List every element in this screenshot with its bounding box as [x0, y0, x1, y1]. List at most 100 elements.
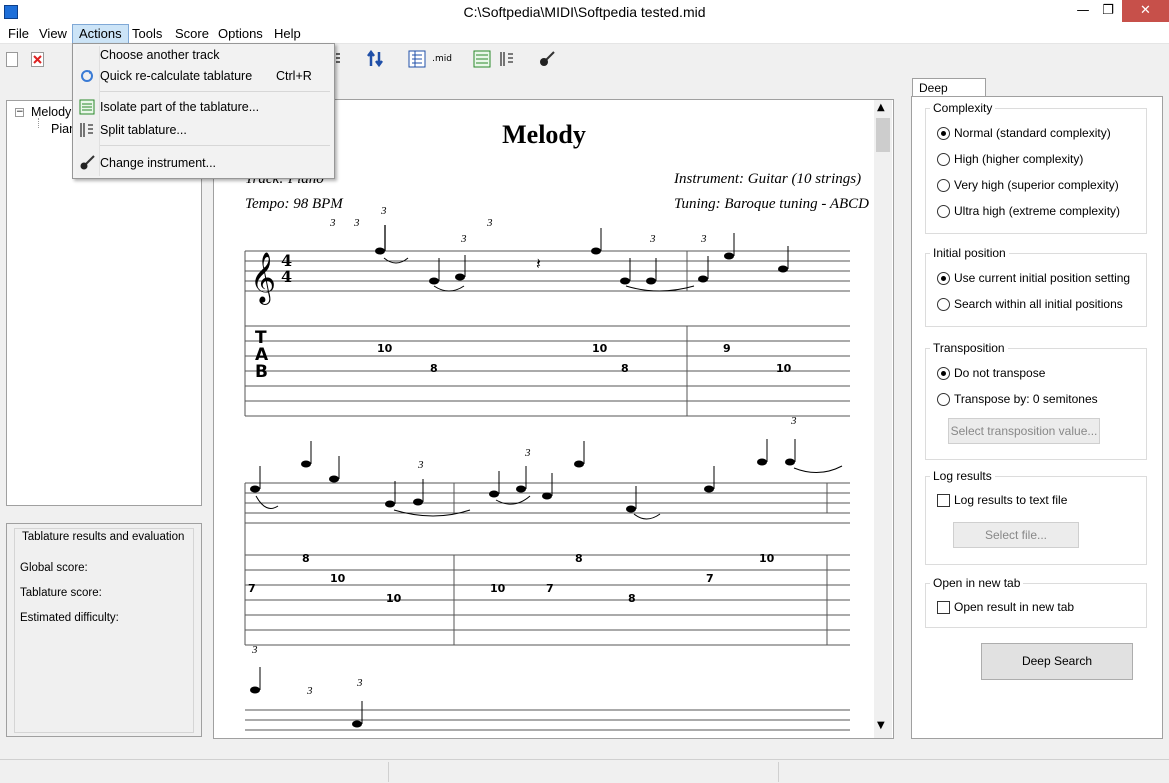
radio-search-all-positions[interactable]: Search within all initial positions — [937, 297, 1123, 311]
maximize-button[interactable]: ❐ — [1093, 0, 1123, 22]
menu-file[interactable]: File — [2, 24, 35, 44]
checkbox-label: Open result in new tab — [954, 600, 1075, 614]
midi-export-icon[interactable] — [407, 49, 427, 69]
menu-item-isolate-part[interactable]: Isolate part of the tablature... — [100, 100, 259, 114]
menu-separator — [100, 145, 330, 146]
menu-help[interactable]: Help — [268, 24, 307, 44]
midi-label: .mid — [432, 54, 452, 64]
radio-label: High (higher complexity) — [954, 152, 1084, 166]
radio-complexity-normal[interactable]: Normal (standard complexity) — [937, 126, 1111, 140]
staff-row-3: 3 3 3 — [245, 644, 850, 731]
tab-number: 10 — [377, 342, 393, 355]
new-file-icon[interactable] — [4, 49, 20, 69]
radio-icon — [937, 204, 950, 218]
close-file-icon[interactable] — [30, 49, 46, 69]
tab-number: 10 — [776, 362, 792, 375]
status-bar — [0, 759, 1169, 783]
radio-do-not-transpose[interactable]: Do not transpose — [937, 366, 1045, 380]
estimated-difficulty-label: Estimated difficulty: — [20, 612, 119, 624]
menu-item-split-tablature[interactable]: Split tablature... — [100, 123, 187, 137]
select-file-button[interactable]: Select file... — [953, 522, 1079, 548]
refresh-icon — [79, 68, 95, 84]
checkbox-open-new-tab[interactable]: Open result in new tab — [937, 600, 1074, 614]
guitar-icon — [79, 155, 95, 171]
results-title: Tablature results and evaluation — [20, 531, 187, 543]
close-button[interactable]: ✕ — [1122, 0, 1169, 22]
menu-options[interactable]: Options — [212, 24, 269, 44]
radio-transpose-by[interactable]: Transpose by: 0 semitones — [937, 392, 1098, 406]
scroll-up-icon[interactable]: ▲ — [877, 102, 885, 113]
radio-label: Do not transpose — [954, 366, 1046, 380]
transpose-icon[interactable] — [365, 49, 385, 69]
menu-view[interactable]: View — [33, 24, 73, 44]
menu-tools[interactable]: Tools — [126, 24, 168, 44]
tab-deep-search[interactable]: Deep Search — [912, 78, 986, 113]
score-view[interactable]: 𝄞 4 4 𝄽 3 3 3 3 3 3 3 T A B 10 8 10 8 9 … — [213, 99, 894, 739]
tab-letter-b: B — [255, 362, 268, 382]
triplet-mark: 3 — [329, 217, 336, 229]
tree-item-melody[interactable]: Melody — [31, 105, 71, 119]
checkbox-log-results[interactable]: Log results to text file — [937, 493, 1067, 507]
radio-label: Search within all initial positions — [954, 297, 1123, 311]
transposition-title: Transposition — [930, 341, 1008, 355]
guitar-icon[interactable] — [537, 49, 557, 69]
instrument-label: Instrument: Guitar (10 strings) — [674, 171, 862, 187]
radio-complexity-very-high[interactable]: Very high (superior complexity) — [937, 178, 1119, 192]
log-results-title: Log results — [930, 469, 995, 483]
menu-item-change-instrument[interactable]: Change instrument... — [100, 156, 216, 170]
global-score-label: Global score: — [20, 562, 88, 574]
tab-number: 7 — [248, 582, 256, 595]
triplet-mark: 3 — [417, 459, 424, 471]
shortcut-ctrl-r: Ctrl+R — [276, 69, 312, 83]
radio-label: Use current initial position setting — [954, 271, 1131, 285]
radio-icon — [937, 152, 950, 166]
menu-score[interactable]: Score — [169, 24, 215, 44]
svg-text:𝄽: 𝄽 — [536, 254, 541, 273]
status-divider — [388, 762, 389, 782]
svg-text:𝄞: 𝄞 — [250, 252, 276, 305]
menu-item-quick-recalculate[interactable]: Quick re-calculate tablature — [100, 69, 252, 83]
tree-connector — [38, 118, 39, 128]
split-tablature-icon[interactable] — [497, 49, 517, 69]
collapse-toggle-icon[interactable]: − — [15, 108, 24, 117]
tab-number: 10 — [759, 552, 775, 565]
scroll-thumb[interactable] — [876, 118, 890, 152]
triplet-mark: 3 — [790, 415, 797, 427]
radio-complexity-ultra-high[interactable]: Ultra high (extreme complexity) — [937, 204, 1120, 218]
radio-selected-icon — [937, 271, 950, 285]
deep-search-button[interactable]: Deep Search — [981, 643, 1133, 680]
initial-position-title: Initial position — [930, 246, 1009, 260]
select-transposition-button[interactable]: Select transposition value... — [948, 418, 1100, 444]
radio-label: Normal (standard complexity) — [954, 126, 1111, 140]
menu-item-choose-track[interactable]: Choose another track — [100, 48, 220, 62]
tab-number: 8 — [628, 592, 636, 605]
tab-number: 8 — [302, 552, 310, 565]
tab-number: 10 — [386, 592, 402, 605]
open-new-tab-title: Open in new tab — [930, 576, 1024, 590]
svg-text:4: 4 — [281, 267, 292, 286]
triplet-mark: 3 — [486, 217, 493, 229]
scroll-down-icon[interactable]: ▼ — [877, 720, 885, 731]
triplet-mark: 3 — [649, 233, 656, 245]
tab-number: 8 — [575, 552, 583, 565]
isolate-icon — [79, 99, 95, 115]
menu-separator — [100, 91, 330, 92]
initial-position-group — [925, 253, 1147, 327]
menu-actions[interactable]: Actions — [72, 24, 129, 44]
isolate-icon[interactable] — [472, 49, 492, 69]
radio-complexity-high[interactable]: High (higher complexity) — [937, 152, 1083, 166]
radio-selected-icon — [937, 126, 950, 140]
tab-number: 7 — [706, 572, 714, 585]
triplet-mark: 3 — [380, 205, 387, 217]
radio-icon — [937, 178, 950, 192]
triplet-mark: 3 — [524, 447, 531, 459]
window-title: C:\Softpedia\MIDI\Softpedia tested.mid — [463, 4, 706, 20]
split-tablature-icon — [79, 122, 95, 138]
triplet-mark: 3 — [356, 677, 363, 689]
score-scrollbar[interactable]: ▲ ▼ — [874, 100, 892, 738]
radio-use-current-position[interactable]: Use current initial position setting — [937, 271, 1130, 285]
status-divider — [778, 762, 779, 782]
tab-number: 7 — [546, 582, 554, 595]
checkbox-label: Log results to text file — [954, 493, 1068, 507]
tab-number: 10 — [330, 572, 346, 585]
